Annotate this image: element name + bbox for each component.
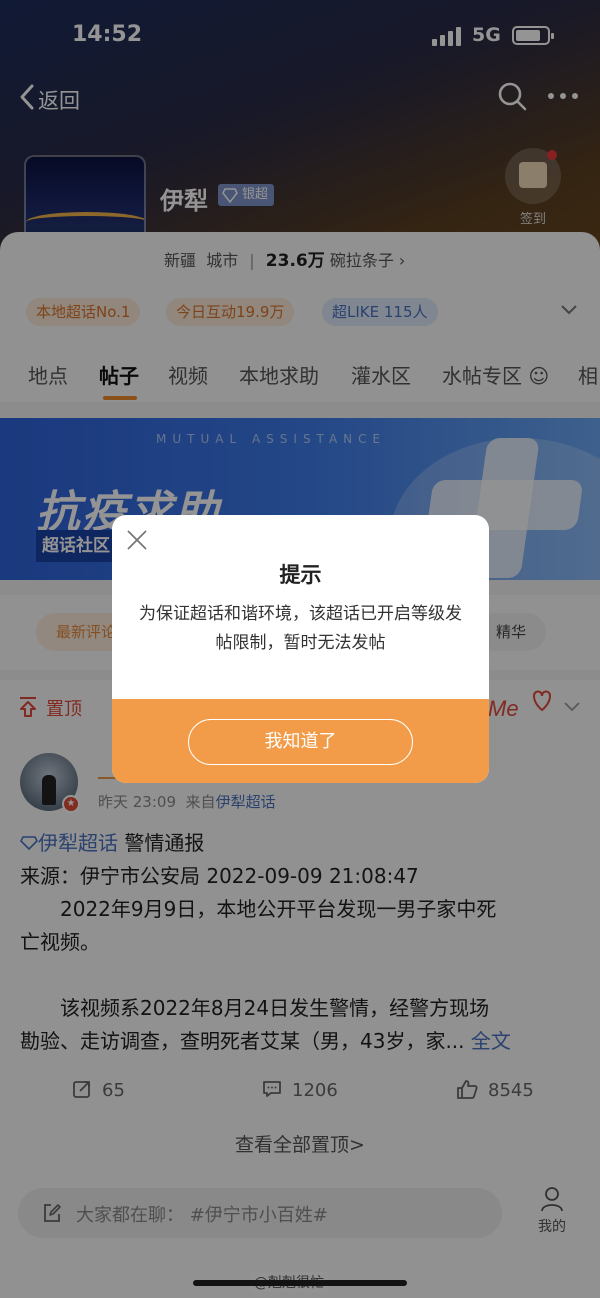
- close-icon[interactable]: [126, 529, 148, 551]
- acknowledge-button[interactable]: 我知道了: [188, 719, 413, 765]
- dialog-message: 为保证超话和谐环境，该超话已开启等级发帖限制，暂时无法发帖: [139, 604, 462, 653]
- notice-dialog: 提示 为保证超话和谐环境，该超话已开启等级发帖限制，暂时无法发帖 我知道了: [112, 515, 489, 783]
- dialog-title: 提示: [279, 563, 322, 587]
- dialog-footer: 我知道了: [112, 699, 489, 783]
